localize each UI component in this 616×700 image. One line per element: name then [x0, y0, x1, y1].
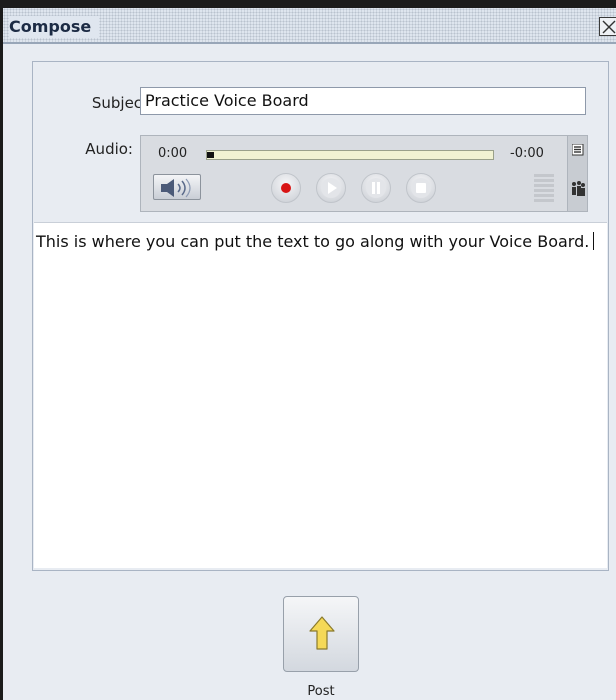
close-button[interactable]: [599, 17, 616, 36]
current-time: 0:00: [158, 146, 188, 161]
post-button[interactable]: [283, 596, 359, 672]
stop-button[interactable]: [406, 173, 436, 203]
close-icon: [602, 20, 616, 34]
compose-window: Compose Subject: Practice Voice Board Au…: [0, 0, 616, 700]
audio-controls: 0:00 -0:00: [141, 136, 567, 211]
people-icon[interactable]: [570, 180, 586, 198]
record-button[interactable]: [271, 173, 301, 203]
pause-button[interactable]: [361, 173, 391, 203]
audio-side-strip: [567, 136, 587, 211]
message-body-text: This is where you can put the text to go…: [36, 232, 590, 251]
message-body-editor[interactable]: This is where you can put the text to go…: [34, 222, 607, 568]
remaining-time: -0:00: [510, 146, 544, 161]
audio-label: Audio:: [85, 140, 133, 158]
progress-marker[interactable]: [207, 152, 214, 158]
subject-input[interactable]: Practice Voice Board: [140, 87, 586, 115]
record-icon: [281, 183, 291, 193]
post-label: Post: [307, 684, 335, 699]
speaker-icon: [161, 178, 191, 198]
play-button[interactable]: [316, 173, 346, 203]
title-bar[interactable]: Compose: [3, 8, 616, 44]
compose-panel: Subject: Practice Voice Board Audio: 0:0…: [32, 61, 609, 571]
window-title: Compose: [9, 16, 100, 38]
text-cursor: [593, 232, 595, 250]
subject-label: Subject:: [91, 94, 153, 112]
volume-button[interactable]: [153, 174, 201, 200]
pause-icon: [366, 178, 386, 198]
level-meter-icon: [534, 174, 554, 204]
play-icon: [321, 178, 341, 198]
menu-icon[interactable]: [572, 144, 584, 156]
audio-player: 0:00 -0:00: [140, 135, 588, 212]
audio-progress-bar[interactable]: [206, 150, 494, 160]
stop-icon: [411, 178, 431, 198]
up-arrow-icon: [309, 616, 335, 650]
